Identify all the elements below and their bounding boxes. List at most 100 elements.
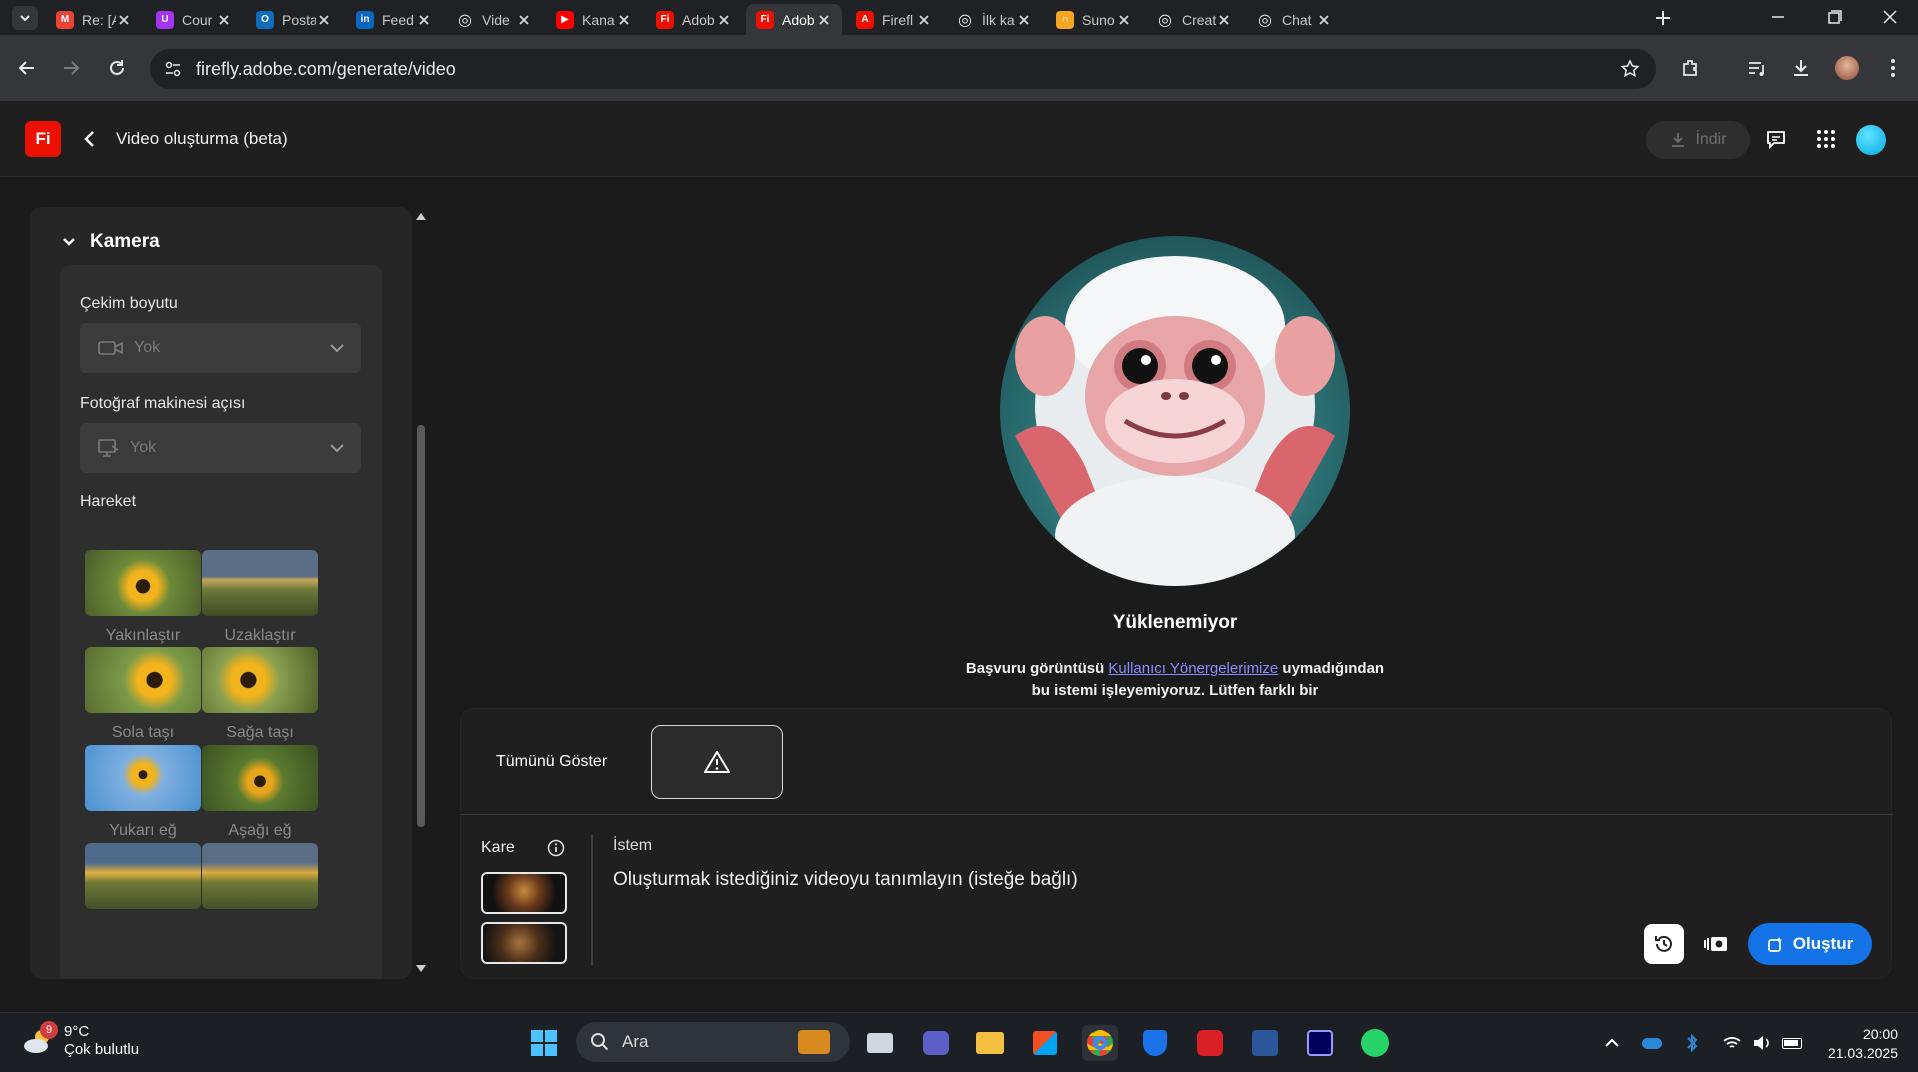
shot-size-label: Çekim boyutu [80,295,178,312]
close-tab-icon[interactable] [816,12,832,28]
tab-title: Feed [382,11,414,28]
scroll-up-icon[interactable] [415,211,427,221]
site-settings-icon[interactable] [164,60,182,78]
firefly-logo[interactable]: Fi [25,121,61,157]
browser-tab[interactable]: M Re: [A [46,4,142,35]
scroll-down-icon[interactable] [415,964,427,974]
browser-tab-strip: M Re: [A U Cour O Posta in Feed ◎ Vide ▶ Kana Fi Adob… [0,0,1918,35]
chrome-taskbar-icon[interactable] [1082,1025,1118,1061]
close-tab-icon[interactable] [916,12,932,28]
close-tab-icon[interactable] [416,12,432,28]
failed-generation-thumbnail[interactable] [651,725,783,799]
close-tab-icon[interactable] [516,12,532,28]
profile-avatar[interactable] [1832,53,1862,83]
onedrive-icon[interactable] [1642,1033,1662,1053]
browser-tab[interactable]: in Feed [346,4,442,35]
close-tab-icon[interactable] [216,12,232,28]
browser-tab[interactable]: ▶ Kana [546,4,642,35]
address-bar[interactable]: firefly.adobe.com/generate/video [150,49,1656,89]
motion-thumbnail[interactable] [202,745,318,811]
close-tab-icon[interactable] [1116,12,1132,28]
download-button[interactable]: İndir [1646,121,1750,159]
browser-tab[interactable]: ◎ İlk ka [946,4,1042,35]
motion-thumbnail[interactable] [85,843,201,909]
show-hidden-icons-icon[interactable] [1602,1033,1622,1053]
close-tab-icon[interactable] [616,12,632,28]
prompt-label: İstem [613,837,653,854]
start-frame-thumbnail[interactable] [481,872,567,914]
user-avatar[interactable] [1856,125,1886,155]
forward-icon[interactable] [56,53,86,83]
tab-search-button[interactable] [12,6,38,30]
camera-motion-icon[interactable] [1701,929,1731,959]
close-tab-icon[interactable] [716,12,732,28]
system-clock[interactable]: 20:00 21.03.2025 [1818,1025,1898,1063]
browser-tab[interactable]: ∩ Suno [1046,4,1142,35]
browser-tab[interactable]: Fi Adob [746,4,842,35]
volume-icon[interactable] [1752,1033,1772,1053]
wifi-icon[interactable] [1722,1033,1742,1053]
close-tab-icon[interactable] [1316,12,1332,28]
teams-icon[interactable] [918,1025,954,1061]
close-tab-icon[interactable] [116,12,132,28]
motion-thumbnail[interactable] [85,745,201,811]
motion-thumbnail[interactable] [202,843,318,909]
close-tab-icon[interactable] [1216,12,1232,28]
bluetooth-icon[interactable] [1682,1033,1702,1053]
tab-title: Kana [582,11,615,28]
weather-widget[interactable]: 9 9°C Çok bulutlu [22,1021,139,1059]
motion-label-item: Aşağı eğ [228,822,292,839]
premiere-pro-icon[interactable] [1302,1025,1338,1061]
close-tab-icon[interactable] [316,12,332,28]
whatsapp-icon[interactable] [1357,1025,1393,1061]
close-tab-icon[interactable] [1016,12,1032,28]
browser-tab[interactable]: ◎ Vide [446,4,542,35]
browser-tab[interactable]: O Posta [246,4,342,35]
bookmark-star-icon[interactable] [1620,59,1640,79]
end-frame-thumbnail[interactable] [481,922,567,964]
prompt-input[interactable] [613,865,1713,895]
motion-thumbnail[interactable] [85,647,201,713]
user-guidelines-link[interactable]: Kullanıcı Yönergelerimize [1108,660,1278,677]
back-icon[interactable] [12,53,42,83]
close-window-icon[interactable] [1878,6,1902,28]
motion-thumbnail[interactable] [202,550,318,616]
browser-tab[interactable]: ◎ Chat [1246,4,1342,35]
minimize-icon[interactable] [1766,6,1790,28]
extensions-icon[interactable] [1676,53,1706,83]
creative-cloud-icon[interactable] [1192,1025,1228,1061]
browser-tab[interactable]: A Firefl [846,4,942,35]
downloads-icon[interactable] [1786,53,1816,83]
browser-tab[interactable]: ◎ Creat [1146,4,1242,35]
feedback-icon[interactable] [1762,125,1790,153]
apps-grid-icon[interactable] [1812,125,1840,153]
motion-thumbnail[interactable] [85,550,201,616]
motion-thumbnail[interactable] [202,647,318,713]
reload-icon[interactable] [102,53,132,83]
menu-kebab-icon[interactable] [1878,53,1908,83]
battery-icon[interactable] [1782,1033,1802,1053]
browser-tab[interactable]: U Cour [146,4,242,35]
info-icon[interactable] [547,839,565,857]
file-explorer-icon[interactable] [972,1025,1008,1061]
taskbar-search[interactable]: Ara [576,1022,850,1062]
generate-button[interactable]: Oluştur [1748,923,1872,965]
panel-scrollbar[interactable] [413,207,429,979]
word-icon[interactable] [1247,1025,1283,1061]
new-tab-icon[interactable] [1652,7,1674,29]
task-view-icon[interactable] [862,1025,898,1061]
page-title: Video oluşturma (beta) [116,129,288,148]
restore-icon[interactable] [1822,6,1846,28]
browser-tab[interactable]: Fi Adob [646,4,742,35]
history-button[interactable] [1644,924,1684,964]
shot-size-select[interactable]: Yok [80,323,361,373]
microsoft-store-icon[interactable] [1027,1025,1063,1061]
back-arrow-icon[interactable] [80,129,100,149]
show-all-button[interactable]: Tümünü Göster [496,753,607,771]
security-shield-icon[interactable] [1137,1025,1173,1061]
camera-angle-select[interactable]: Yok [80,423,361,473]
camera-section-header[interactable]: Kamera [62,231,160,253]
media-control-icon[interactable] [1742,53,1772,83]
url-text[interactable]: firefly.adobe.com/generate/video [196,59,456,80]
start-button[interactable] [526,1025,562,1061]
